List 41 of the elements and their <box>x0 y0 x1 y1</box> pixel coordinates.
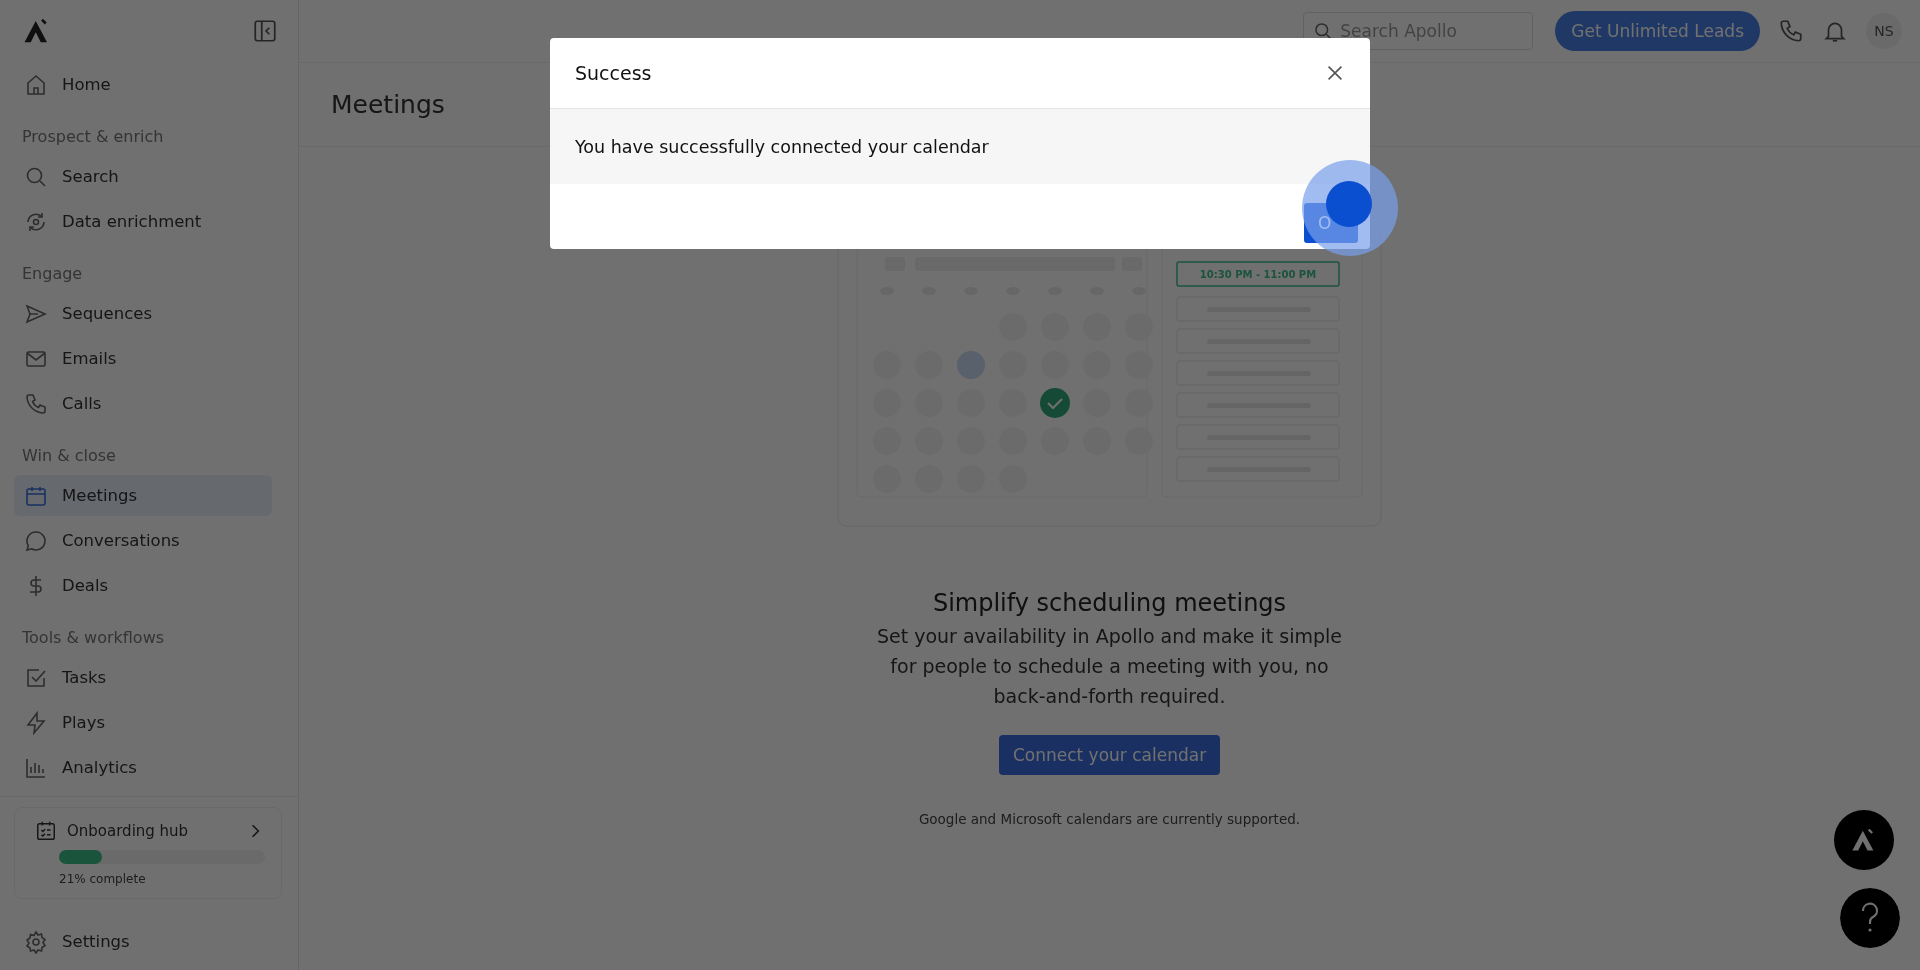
empty-state-heading: Simplify scheduling meetings <box>932 589 1287 617</box>
upgrade-button[interactable]: Get Unlimited Leads <box>1555 11 1760 51</box>
search-icon <box>1313 21 1334 41</box>
nav-item[interactable]: Plays <box>14 702 272 743</box>
home-icon <box>24 72 48 97</box>
nav-item[interactable]: Calls <box>14 383 272 424</box>
chat-icon <box>24 528 48 553</box>
phone-icon <box>24 391 48 416</box>
nav-item[interactable]: Search <box>14 156 272 197</box>
dialog-message: You have successfully connected your calendar <box>575 136 989 157</box>
connect-calendar-button[interactable]: Connect your calendar <box>998 735 1221 775</box>
page-title: Meetings <box>331 90 445 119</box>
checklist-icon <box>35 820 57 842</box>
section-label: Prospect & enrich <box>21 126 165 148</box>
supported-calendars-note: Google and Microsoft calendars are currently supported. <box>918 811 1301 827</box>
onboarding-label: Onboarding hub <box>67 822 190 840</box>
onboarding-card[interactable]: Onboarding hub 21% complete <box>14 807 282 899</box>
nav-item[interactable]: Tasks <box>14 657 272 698</box>
nav-item[interactable]: Conversations <box>14 520 272 561</box>
progress-text: 21% complete <box>59 872 147 886</box>
user-avatar[interactable]: NS <box>1866 13 1902 49</box>
section-label: Tools & workflows <box>21 627 166 649</box>
nav-item[interactable]: Settings <box>14 921 272 962</box>
nav-item[interactable]: Meetings <box>14 475 272 516</box>
section-label: Engage <box>21 263 84 285</box>
empty-state-text: Set your availability in Apollo and make it simple for people to schedule a meeting with you, no back-and-forth required. <box>875 624 1344 709</box>
nav-item[interactable]: Data enrichment <box>14 201 272 242</box>
phone-icon[interactable] <box>1778 18 1804 44</box>
bolt-icon <box>24 710 48 735</box>
nav-item[interactable]: Deals <box>14 565 272 606</box>
nav-item[interactable]: Analytics <box>14 747 272 788</box>
settings-icon <box>24 929 48 954</box>
nav-item[interactable]: Emails <box>14 338 272 379</box>
sidebar-collapse-icon[interactable] <box>252 18 278 44</box>
nav-item[interactable]: Sequences <box>14 293 272 334</box>
section-label: Win & close <box>21 445 117 467</box>
time-slot-label: 10:30 PM - 11:00 PM <box>1199 269 1317 280</box>
assistant-button[interactable] <box>1834 810 1894 870</box>
help-button[interactable] <box>1840 888 1900 948</box>
nav-item[interactable]: Home <box>14 64 272 105</box>
dialog-title: Success <box>575 62 652 84</box>
